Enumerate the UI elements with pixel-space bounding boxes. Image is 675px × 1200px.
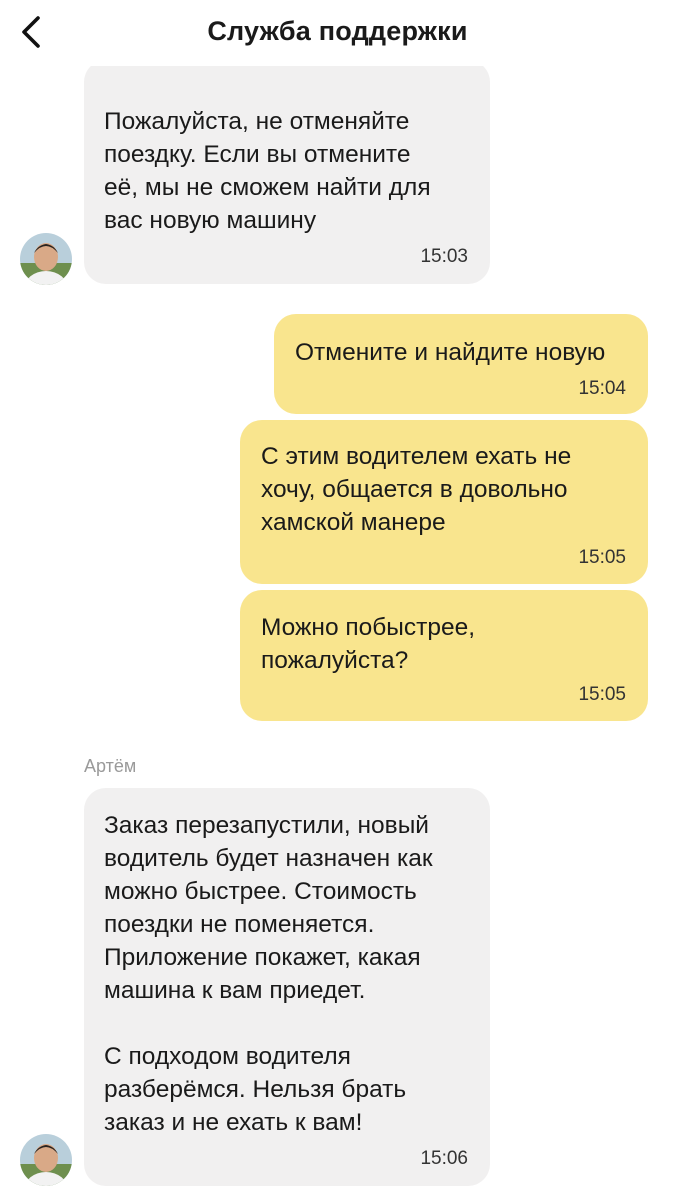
message-time: 15:03: [420, 246, 468, 267]
sender-name: Артём: [84, 756, 137, 776]
header: Служба поддержки: [0, 0, 675, 66]
avatar: [20, 1134, 72, 1186]
message-bubble-incoming[interactable]: Заказ перезапустили, новый водитель буде…: [84, 788, 490, 1186]
message-bubble-outgoing[interactable]: Отмените и найдите новую 15:04: [274, 314, 648, 414]
message-text: Пожалуйста, не отменяйте поездку. Если в…: [104, 108, 431, 234]
message-text: Можно побыстрее, пожалуйста?: [261, 614, 476, 674]
message-time: 15:05: [578, 547, 626, 568]
message-text: С этим водителем ехать не хочу, общается…: [261, 443, 572, 536]
message-time: 15:04: [578, 378, 626, 399]
message-bubble-incoming[interactable]: Пожалуйста, не отменяйте поездку. Если в…: [84, 60, 490, 284]
page-title: Служба поддержки: [207, 16, 468, 46]
avatar: [20, 233, 72, 285]
message-text: Заказ перезапустили, новый водитель буде…: [104, 812, 433, 1136]
message-bubble-outgoing[interactable]: С этим водителем ехать не хочу, общается…: [240, 420, 648, 584]
message-text: Отмените и найдите новую: [295, 339, 606, 366]
message-time: 15:05: [578, 684, 626, 705]
message-time: 15:06: [420, 1148, 468, 1169]
message-bubble-outgoing[interactable]: Можно побыстрее, пожалуйста? 15:05: [240, 590, 648, 721]
